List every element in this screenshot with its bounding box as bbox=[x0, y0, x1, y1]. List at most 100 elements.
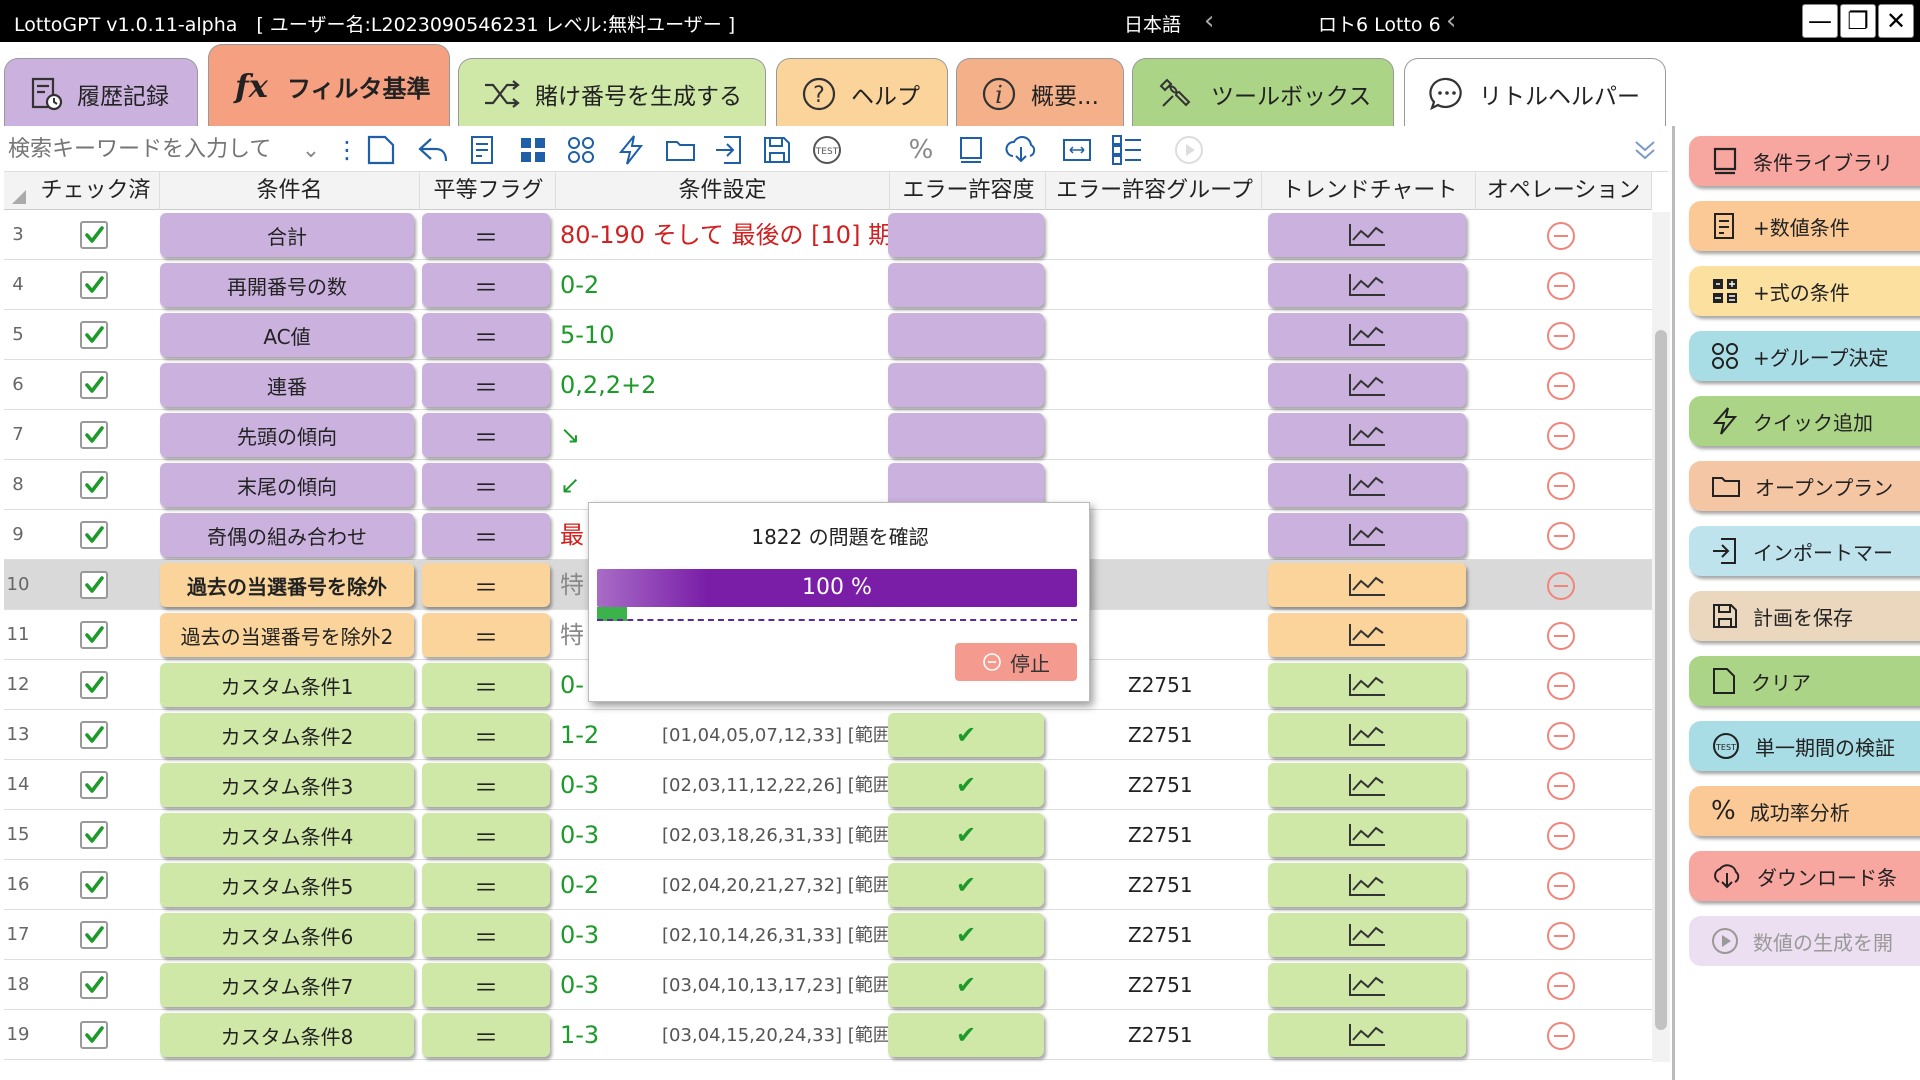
library-icon[interactable] bbox=[954, 133, 988, 167]
remove-row-button[interactable] bbox=[1546, 421, 1576, 451]
error-tolerance-button[interactable] bbox=[888, 263, 1044, 307]
equality-flag-button[interactable]: ＝ bbox=[422, 563, 550, 607]
condition-name-button[interactable]: カスタム条件7 bbox=[160, 963, 414, 1007]
row-checkbox[interactable] bbox=[80, 871, 108, 899]
row-checkbox[interactable] bbox=[80, 621, 108, 649]
row-checkbox[interactable] bbox=[80, 721, 108, 749]
trend-chart-button[interactable] bbox=[1268, 363, 1466, 407]
table-row[interactable]: 3 合計＝ 80-190 そして 最後の [10] 期間 bbox=[4, 210, 1652, 260]
equality-flag-button[interactable]: ＝ bbox=[422, 463, 550, 507]
remove-row-button[interactable] bbox=[1546, 671, 1576, 701]
condition-name-button[interactable]: カスタム条件3 bbox=[160, 763, 414, 807]
formula-icon[interactable] bbox=[516, 133, 550, 167]
error-tolerance-button[interactable]: ✔ bbox=[888, 763, 1044, 807]
sidebar-library-button[interactable]: 条件ライブラリ bbox=[1689, 136, 1920, 186]
trend-chart-button[interactable] bbox=[1268, 463, 1466, 507]
row-checkbox[interactable] bbox=[80, 221, 108, 249]
row-checkbox[interactable] bbox=[80, 671, 108, 699]
error-tolerance-button[interactable] bbox=[888, 463, 1044, 507]
error-tolerance-button[interactable] bbox=[888, 213, 1044, 257]
lightning-icon[interactable] bbox=[614, 133, 648, 167]
trend-chart-button[interactable] bbox=[1268, 963, 1466, 1007]
condition-name-button[interactable]: 先頭の傾向 bbox=[160, 413, 414, 457]
maximize-button[interactable]: ❐ bbox=[1840, 4, 1876, 38]
chevron-down-icon[interactable]: ⌄ bbox=[294, 133, 328, 167]
condition-name-button[interactable]: 合計 bbox=[160, 213, 414, 257]
row-checkbox[interactable] bbox=[80, 821, 108, 849]
condition-name-button[interactable]: カスタム条件1 bbox=[160, 663, 414, 707]
error-tolerance-button[interactable]: ✔ bbox=[888, 863, 1044, 907]
collapse-icon[interactable] bbox=[1628, 133, 1662, 167]
table-row[interactable]: 14カスタム条件3＝0-3[02,03,11,12,22,26] [範囲: N✔… bbox=[4, 760, 1652, 810]
trend-chart-button[interactable] bbox=[1268, 663, 1466, 707]
sidebar-clear-button[interactable]: クリア bbox=[1689, 656, 1920, 706]
error-tolerance-button[interactable]: ✔ bbox=[888, 963, 1044, 1007]
tab-fx[interactable]: fx フィルタ基準 bbox=[208, 44, 450, 128]
numeric-condition-icon[interactable] bbox=[466, 133, 500, 167]
minimize-button[interactable]: — bbox=[1802, 4, 1838, 38]
remove-row-button[interactable] bbox=[1546, 571, 1576, 601]
tab-shuffle[interactable]: 賭け番号を生成する bbox=[458, 58, 766, 128]
remove-row-button[interactable] bbox=[1546, 371, 1576, 401]
remove-row-button[interactable] bbox=[1546, 221, 1576, 251]
chevron-left-icon[interactable]: ‹ bbox=[1204, 6, 1214, 36]
sidebar-lightning-button[interactable]: クイック追加 bbox=[1689, 396, 1920, 446]
remove-row-button[interactable] bbox=[1546, 871, 1576, 901]
equality-flag-button[interactable]: ＝ bbox=[422, 663, 550, 707]
equality-flag-button[interactable]: ＝ bbox=[422, 813, 550, 857]
table-row[interactable]: 5 AC値＝ 5-10 bbox=[4, 310, 1652, 360]
remove-row-button[interactable] bbox=[1546, 821, 1576, 851]
equality-flag-button[interactable]: ＝ bbox=[422, 613, 550, 657]
trend-chart-button[interactable] bbox=[1268, 513, 1466, 557]
condition-name-button[interactable]: カスタム条件4 bbox=[160, 813, 414, 857]
condition-name-button[interactable]: 過去の当選番号を除外 bbox=[160, 563, 414, 607]
row-checkbox[interactable] bbox=[80, 971, 108, 999]
condition-name-button[interactable]: 末尾の傾向 bbox=[160, 463, 414, 507]
row-checkbox[interactable] bbox=[80, 421, 108, 449]
table-row[interactable]: 16カスタム条件5＝0-2[02,04,20,21,27,32] [範囲: N✔… bbox=[4, 860, 1652, 910]
trend-chart-button[interactable] bbox=[1268, 863, 1466, 907]
remove-row-button[interactable] bbox=[1546, 271, 1576, 301]
trend-chart-button[interactable] bbox=[1268, 413, 1466, 457]
trend-chart-button[interactable] bbox=[1268, 213, 1466, 257]
sidebar-save-button[interactable]: 計画を保存 bbox=[1689, 591, 1920, 641]
trend-chart-button[interactable] bbox=[1268, 713, 1466, 757]
error-tolerance-button[interactable]: ✔ bbox=[888, 913, 1044, 957]
sidebar-numeric-condition-button[interactable]: +数値条件 bbox=[1689, 201, 1920, 251]
trend-chart-button[interactable] bbox=[1268, 613, 1466, 657]
play-icon[interactable] bbox=[1172, 133, 1206, 167]
row-checkbox[interactable] bbox=[80, 271, 108, 299]
remove-row-button[interactable] bbox=[1546, 471, 1576, 501]
scrollbar-thumb[interactable] bbox=[1655, 330, 1667, 1030]
condition-setting[interactable]: ↘ bbox=[560, 410, 890, 460]
row-checkbox[interactable] bbox=[80, 921, 108, 949]
remove-row-button[interactable] bbox=[1546, 721, 1576, 751]
resize-icon[interactable] bbox=[1060, 133, 1094, 167]
tab-info[interactable]: i 概要... bbox=[956, 58, 1124, 128]
equality-flag-button[interactable]: ＝ bbox=[422, 213, 550, 257]
table-row[interactable]: 15カスタム条件4＝0-3[02,03,18,26,31,33] [範囲: N✔… bbox=[4, 810, 1652, 860]
condition-name-button[interactable]: カスタム条件8 bbox=[160, 1013, 414, 1057]
condition-name-button[interactable]: 連番 bbox=[160, 363, 414, 407]
tab-help[interactable]: ? ヘルプ bbox=[776, 58, 948, 128]
download-icon[interactable] bbox=[1004, 133, 1038, 167]
new-file-icon[interactable] bbox=[364, 133, 398, 167]
trend-chart-button[interactable] bbox=[1268, 263, 1466, 307]
remove-row-button[interactable] bbox=[1546, 921, 1576, 951]
trend-chart-button[interactable] bbox=[1268, 913, 1466, 957]
language-selector[interactable]: 日本語 bbox=[1124, 10, 1181, 37]
equality-flag-button[interactable]: ＝ bbox=[422, 263, 550, 307]
sidebar-percent-button[interactable]: % 成功率分析 bbox=[1689, 786, 1920, 836]
equality-flag-button[interactable]: ＝ bbox=[422, 863, 550, 907]
import-icon[interactable] bbox=[712, 133, 746, 167]
tab-toolbox[interactable]: ツールボックス bbox=[1132, 58, 1394, 128]
close-button[interactable]: ✕ bbox=[1878, 4, 1914, 38]
row-checkbox[interactable] bbox=[80, 321, 108, 349]
sidebar-group-button[interactable]: +グループ決定 bbox=[1689, 331, 1920, 381]
equality-flag-button[interactable]: ＝ bbox=[422, 763, 550, 807]
test-icon[interactable]: TEST bbox=[810, 133, 844, 167]
error-tolerance-button[interactable]: ✔ bbox=[888, 813, 1044, 857]
condition-name-button[interactable]: AC値 bbox=[160, 313, 414, 357]
undo-icon[interactable] bbox=[416, 133, 450, 167]
equality-flag-button[interactable]: ＝ bbox=[422, 713, 550, 757]
